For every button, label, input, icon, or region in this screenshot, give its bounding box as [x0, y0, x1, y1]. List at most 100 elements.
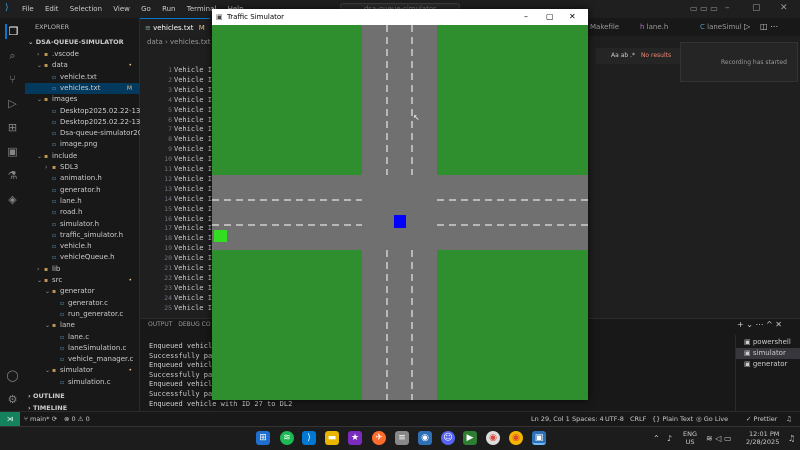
go-live-button[interactable]: ◎ Go Live: [696, 412, 728, 426]
maximize-icon[interactable]: ▢: [752, 3, 761, 13]
minimize-icon[interactable]: –: [725, 3, 730, 13]
line-ending[interactable]: CRLF: [630, 412, 646, 426]
encoding[interactable]: UTF-8: [605, 412, 624, 426]
tree-file[interactable]: ▫Desktop2025.02.22-13.5...: [25, 117, 140, 128]
tree-file[interactable]: ▫ lane.c: [25, 332, 140, 343]
tree-folder[interactable]: ⌄ ▪ images: [25, 94, 140, 105]
tree-file[interactable]: ▫ simulation.c: [25, 377, 140, 388]
menu-run[interactable]: Run: [162, 5, 175, 13]
file-explorer-icon[interactable]: ▬: [325, 431, 339, 445]
vscode-taskbar-icon[interactable]: ⟩: [302, 431, 316, 445]
postman-icon[interactable]: ✈: [372, 431, 386, 445]
tree-file[interactable]: ▫ vehicle_manager.c: [25, 354, 140, 365]
tab-debug-console[interactable]: DEBUG CO: [178, 321, 210, 328]
explorer-icon[interactable]: ❐: [5, 24, 20, 39]
tree-file[interactable]: ▫Dsa-queue-simulator202...: [25, 128, 140, 139]
tree-file[interactable]: ▫ lane.h: [25, 196, 140, 207]
find-options-icons[interactable]: ab .*: [621, 52, 635, 59]
close-icon[interactable]: ✕: [780, 3, 788, 13]
chrome-icon[interactable]: ◉: [486, 431, 500, 445]
breadcrumb-item[interactable]: data: [147, 38, 163, 46]
tree-folder[interactable]: ⌄ ▪ simulator •: [25, 365, 140, 376]
tree-file[interactable]: ▫ traffic_simulator.h: [25, 230, 140, 241]
terminal-item-simulator[interactable]: ▣ simulator: [736, 348, 800, 359]
tree-folder[interactable]: › ▪ lib: [25, 264, 140, 275]
extensions-icon[interactable]: ⊞: [5, 120, 20, 135]
tree-folder[interactable]: ⌄ ▪ src •: [25, 275, 140, 286]
remote-explorer-icon[interactable]: ▣: [5, 144, 20, 159]
tree-folder[interactable]: ⌄ ▪ generator: [25, 286, 140, 297]
sim-maximize-icon[interactable]: ▢: [546, 9, 554, 25]
account-icon[interactable]: ◯: [5, 368, 20, 383]
menu-view[interactable]: View: [113, 5, 130, 13]
notifications-bell-icon[interactable]: ♫: [786, 412, 792, 426]
tree-file[interactable]: ▫ vehicleQueue.h: [25, 252, 140, 263]
tray-overflow-icon[interactable]: ⌃: [653, 434, 660, 443]
tree-folder[interactable]: › ▪ SDL3: [25, 162, 140, 173]
tree-folder[interactable]: ⌄ ▪ data •: [25, 60, 140, 71]
tree-folder[interactable]: › ▪ .vscode: [25, 49, 140, 60]
find-widget[interactable]: Aa ab .* No results: [596, 48, 680, 64]
tab-lanesimulation[interactable]: C laneSimul: [695, 18, 747, 36]
run-icon[interactable]: ▷: [744, 22, 750, 31]
gear-icon[interactable]: ⚙: [5, 392, 20, 407]
problems-indicator[interactable]: ⊗ 0 ⚠ 0: [64, 412, 90, 426]
spotify-icon[interactable]: ≋: [280, 431, 294, 445]
tree-file[interactable]: ▫ vehicle.txt: [25, 72, 140, 83]
tree-file[interactable]: ▫ image.png: [25, 139, 140, 150]
tree-file[interactable]: ▫ road.h: [25, 207, 140, 218]
menu-edit[interactable]: Edit: [45, 5, 59, 13]
outline-section[interactable]: › OUTLINE: [28, 392, 65, 400]
tree-file[interactable]: ▫ generator.h: [25, 185, 140, 196]
sim-close-icon[interactable]: ✕: [569, 9, 576, 25]
discord-icon[interactable]: ☺: [441, 431, 455, 445]
notification-center-icon[interactable]: ♫: [788, 434, 795, 443]
project-root[interactable]: ⌄ DSA-QUEUE-SIMULATOR: [28, 38, 124, 46]
tab-output[interactable]: OUTPUT: [148, 321, 172, 328]
tree-file[interactable]: ▫ animation.h: [25, 173, 140, 184]
panel-actions-icons[interactable]: + ⌄ ⋯ ^ ✕: [737, 320, 782, 329]
tree-file[interactable]: ▫ vehicle.h: [25, 241, 140, 252]
tree-file[interactable]: ▫ vehicles.txt M: [25, 82, 140, 94]
tab-makefile[interactable]: Makefile: [585, 18, 624, 36]
tree-folder[interactable]: ⌄ ▪ include: [25, 151, 140, 162]
split-editor-icon[interactable]: ◫ ⋯: [760, 22, 778, 31]
git-desktop-icon[interactable]: ◉: [418, 431, 432, 445]
search-icon[interactable]: ⌕: [5, 48, 20, 63]
match-case-toggle[interactable]: Aa: [611, 52, 619, 59]
tab-lane-h[interactable]: h lane.h: [635, 18, 673, 36]
input-language[interactable]: ENG US: [683, 430, 697, 446]
star-app-icon[interactable]: ★: [348, 431, 362, 445]
terminal-item-powershell[interactable]: ▣ powershell: [744, 337, 791, 348]
database-icon[interactable]: ≡: [395, 431, 409, 445]
breadcrumb-item[interactable]: vehicles.txt: [170, 38, 210, 46]
language-mode[interactable]: {} Plain Text: [652, 412, 693, 426]
run-debug-icon[interactable]: ▷: [5, 96, 20, 111]
layout-icons[interactable]: ▭ ▭ ▭: [690, 4, 718, 13]
wifi-speaker-battery-icons[interactable]: ≋ ◁ ▭: [706, 434, 732, 443]
clock[interactable]: 12:01 PM 2/28/2025: [746, 430, 779, 446]
sim-minimize-icon[interactable]: –: [524, 9, 528, 25]
tree-folder[interactable]: ⌄ ▪ lane: [25, 320, 140, 331]
windows-start-icon[interactable]: ⊞: [256, 431, 270, 445]
tab-vehicles-txt[interactable]: ≡ vehicles.txt M: [140, 18, 210, 36]
source-control-icon[interactable]: ⑂: [5, 72, 20, 87]
tree-file[interactable]: ▫ laneSimulation.c: [25, 343, 140, 354]
terminal-item-generator[interactable]: ▣ generator: [744, 359, 787, 370]
terminal-app-icon[interactable]: ▶: [463, 431, 477, 445]
traffic-simulator-taskbar-icon[interactable]: ▣: [532, 431, 546, 445]
menu-file[interactable]: File: [22, 5, 34, 13]
tree-file[interactable]: ▫ run_generator.c: [25, 309, 140, 320]
remote-indicator-icon[interactable]: ⋊: [0, 412, 20, 426]
menu-selection[interactable]: Selection: [70, 5, 102, 13]
chrome-canary-icon[interactable]: ◉: [509, 431, 523, 445]
docker-icon[interactable]: ◈: [5, 192, 20, 207]
indentation[interactable]: Spaces: 4: [572, 412, 604, 426]
testing-icon[interactable]: ⚗: [5, 168, 20, 183]
microphone-icon[interactable]: ♪: [667, 434, 672, 443]
cursor-position[interactable]: Ln 29, Col 1: [531, 412, 570, 426]
branch-indicator[interactable]: ⑂ main* ⟳: [24, 412, 57, 426]
tree-file[interactable]: ▫ simulator.h: [25, 219, 140, 230]
tree-file[interactable]: ▫ generator.c: [25, 298, 140, 309]
tree-file[interactable]: ▫Desktop2025.02.22-13.5...: [25, 106, 140, 117]
